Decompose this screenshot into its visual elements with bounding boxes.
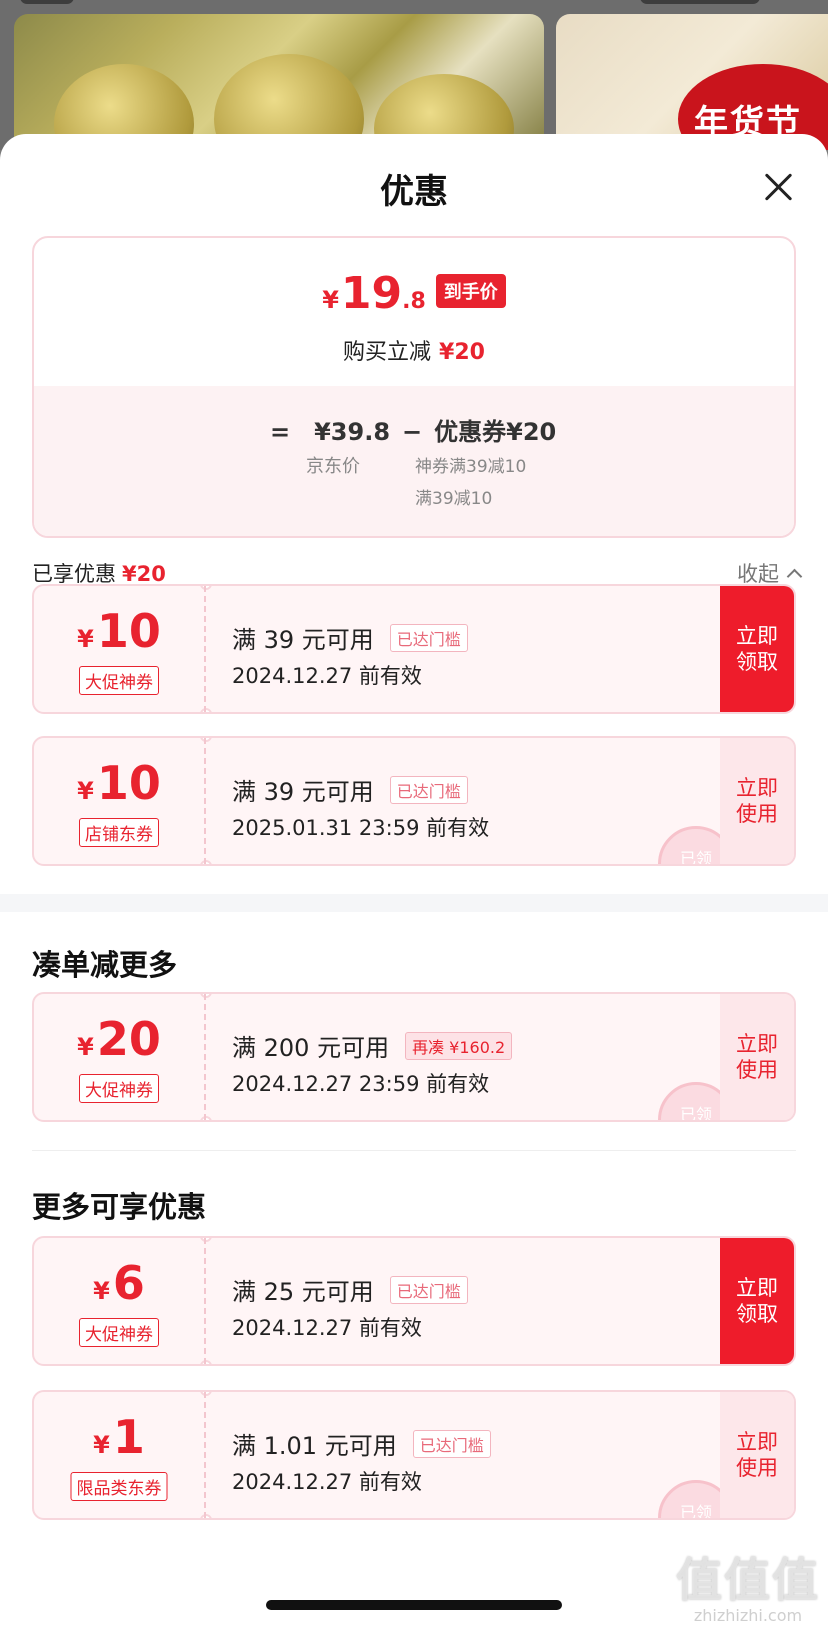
close-icon[interactable] bbox=[764, 172, 794, 202]
claim-coupon-label: 立即 领取 bbox=[736, 1276, 778, 1326]
coupon-card: ¥20 大促神券 满 200 元可用 再凑 ¥160.2 2024.12.27 … bbox=[32, 992, 796, 1122]
coupon-condition: 满 39 元可用 已达门槛 bbox=[232, 620, 468, 655]
currency-symbol: ¥ bbox=[322, 286, 339, 314]
sheet-title: 优惠 bbox=[380, 172, 448, 212]
status-pill bbox=[640, 0, 760, 4]
product-image-strip: 年货节 bbox=[0, 0, 828, 150]
chevron-up-icon bbox=[786, 568, 803, 584]
remaining-amount-badge: 再凑 ¥160.2 bbox=[405, 1031, 513, 1060]
coupon-detail: 神券满39减10 bbox=[415, 457, 527, 477]
price-summary-card: ¥ 19 .8 到手价 购买立减 ¥20 = ¥39.8− 优惠券¥20 京东价 神券… bbox=[32, 236, 796, 538]
coupon-amount: 10 bbox=[96, 604, 161, 658]
final-price: ¥ 19 .8 到手价 bbox=[34, 268, 794, 319]
watermark-url: zhizhizhi.com bbox=[693, 1606, 803, 1625]
coupon-validity: 2025.01.31 23:59 前有效 bbox=[232, 816, 490, 840]
coupon-currency: ¥ bbox=[77, 777, 94, 805]
claim-coupon-button[interactable]: 立即 领取 bbox=[720, 586, 794, 712]
coupon-value: ¥20 大促神券 bbox=[34, 994, 206, 1120]
coupon-detail: 满39减10 bbox=[415, 489, 493, 509]
final-price-tag: 到手价 bbox=[435, 274, 506, 308]
coupon-validity: 2024.12.27 前有效 bbox=[232, 664, 422, 688]
price-decimal: .8 bbox=[402, 289, 426, 314]
threshold-badge: 已达门槛 bbox=[389, 1275, 468, 1304]
coupon-validity: 2024.12.27 前有效 bbox=[232, 1470, 422, 1494]
coupon-type: 店铺东券 bbox=[79, 818, 159, 847]
claim-coupon-button[interactable]: 立即 领取 bbox=[720, 1238, 794, 1364]
instant-discount-amount: ¥20 bbox=[439, 340, 485, 365]
coupon-validity: 2024.12.27 23:59 前有效 bbox=[232, 1072, 490, 1096]
coupon-condition-text: 满 200 元可用 bbox=[232, 1034, 390, 1062]
coupon-value: ¥6 大促神券 bbox=[34, 1238, 206, 1364]
coupon-condition-text: 满 39 元可用 bbox=[232, 778, 374, 806]
home-indicator[interactable] bbox=[266, 1600, 562, 1610]
coupon-condition-text: 满 1.01 元可用 bbox=[232, 1432, 397, 1460]
coupon-type: 大促神券 bbox=[79, 666, 159, 695]
coupon-condition-text: 满 39 元可用 bbox=[232, 626, 374, 654]
watermark-logo: 值值值 bbox=[676, 1553, 820, 1607]
coupon-amount: 20 bbox=[96, 1012, 161, 1066]
coupon-card: ¥6 大促神券 满 25 元可用 已达门槛 2024.12.27 前有效 立即 … bbox=[32, 1236, 796, 1366]
status-pill bbox=[20, 0, 74, 4]
coupon-currency: ¥ bbox=[93, 1277, 110, 1305]
enjoyed-amount: ¥20 bbox=[122, 562, 166, 586]
threshold-badge: 已达门槛 bbox=[389, 623, 468, 652]
use-coupon-label: 立即 使用 bbox=[736, 1032, 778, 1082]
coupon-validity: 2024.12.27 前有效 bbox=[232, 1316, 422, 1340]
enjoyed-label: 已享优惠 bbox=[32, 562, 116, 586]
instant-discount: 购买立减 ¥20 bbox=[34, 334, 794, 366]
coupon-currency: ¥ bbox=[77, 625, 94, 653]
coupon-currency: ¥ bbox=[93, 1431, 110, 1459]
coupon-value: ¥10 店铺东券 bbox=[34, 738, 206, 864]
coupon-value: ¥10 大促神券 bbox=[34, 586, 206, 712]
coupon-condition-text: 满 25 元可用 bbox=[232, 1278, 374, 1306]
claim-coupon-label: 立即 领取 bbox=[736, 624, 778, 674]
use-coupon-button[interactable]: 立即 使用 bbox=[720, 738, 794, 864]
coupon-total: 优惠券¥20 bbox=[434, 418, 557, 446]
use-coupon-button[interactable]: 立即 使用 bbox=[720, 1392, 794, 1518]
price-breakdown: = ¥39.8− 优惠券¥20 京东价 神券满39减10 满39减10 bbox=[34, 386, 794, 536]
product-image-pears[interactable] bbox=[14, 14, 544, 150]
instant-discount-label: 购买立减 bbox=[343, 340, 432, 365]
coupon-value: ¥1 限品类东券 bbox=[34, 1392, 206, 1518]
coupon-condition: 满 39 元可用 已达门槛 bbox=[232, 772, 468, 807]
product-image-secondary[interactable]: 年货节 bbox=[556, 14, 828, 150]
section-title-more-savings: 凑单减更多 bbox=[32, 948, 178, 982]
section-title-more-offers: 更多可享优惠 bbox=[32, 1190, 207, 1224]
coupon-type: 大促神券 bbox=[79, 1074, 159, 1103]
minus-sign: − bbox=[402, 418, 423, 446]
watermark: 值值值 zhizhizhi.com bbox=[676, 1544, 820, 1625]
coupon-currency: ¥ bbox=[77, 1033, 94, 1061]
use-coupon-label: 立即 使用 bbox=[736, 776, 778, 826]
coupon-amount: 6 bbox=[112, 1256, 145, 1310]
jd-price: ¥39.8 bbox=[314, 418, 391, 446]
discount-sheet: 优惠 ¥ 19 .8 到手价 购买立减 ¥20 = ¥39.8− 优惠券¥20 京东价… bbox=[0, 134, 828, 1626]
price-formula: = ¥39.8− 优惠券¥20 bbox=[270, 412, 556, 447]
coupon-type: 大促神券 bbox=[79, 1318, 159, 1347]
price-integer: 19 bbox=[340, 268, 403, 319]
use-coupon-button[interactable]: 立即 使用 bbox=[720, 994, 794, 1120]
equals-sign: = bbox=[270, 418, 291, 446]
jd-price-label: 京东价 bbox=[306, 456, 360, 477]
coupon-amount: 10 bbox=[96, 756, 161, 810]
threshold-badge: 已达门槛 bbox=[412, 1429, 491, 1458]
coupon-condition: 满 1.01 元可用 已达门槛 bbox=[232, 1426, 491, 1461]
coupon-card: ¥1 限品类东券 满 1.01 元可用 已达门槛 2024.12.27 前有效 … bbox=[32, 1390, 796, 1520]
coupon-card: ¥10 大促神券 满 39 元可用 已达门槛 2024.12.27 前有效 立即… bbox=[32, 584, 796, 714]
threshold-badge: 已达门槛 bbox=[389, 775, 468, 804]
coupon-card: ¥10 店铺东券 满 39 元可用 已达门槛 2025.01.31 23:59 … bbox=[32, 736, 796, 866]
coupon-condition: 满 25 元可用 已达门槛 bbox=[232, 1272, 468, 1307]
divider bbox=[32, 1150, 796, 1151]
use-coupon-label: 立即 使用 bbox=[736, 1430, 778, 1480]
coupon-condition: 满 200 元可用 再凑 ¥160.2 bbox=[232, 1028, 513, 1063]
coupon-amount: 1 bbox=[112, 1410, 145, 1464]
coupon-type: 限品类东券 bbox=[70, 1472, 168, 1501]
section-divider bbox=[0, 894, 828, 912]
